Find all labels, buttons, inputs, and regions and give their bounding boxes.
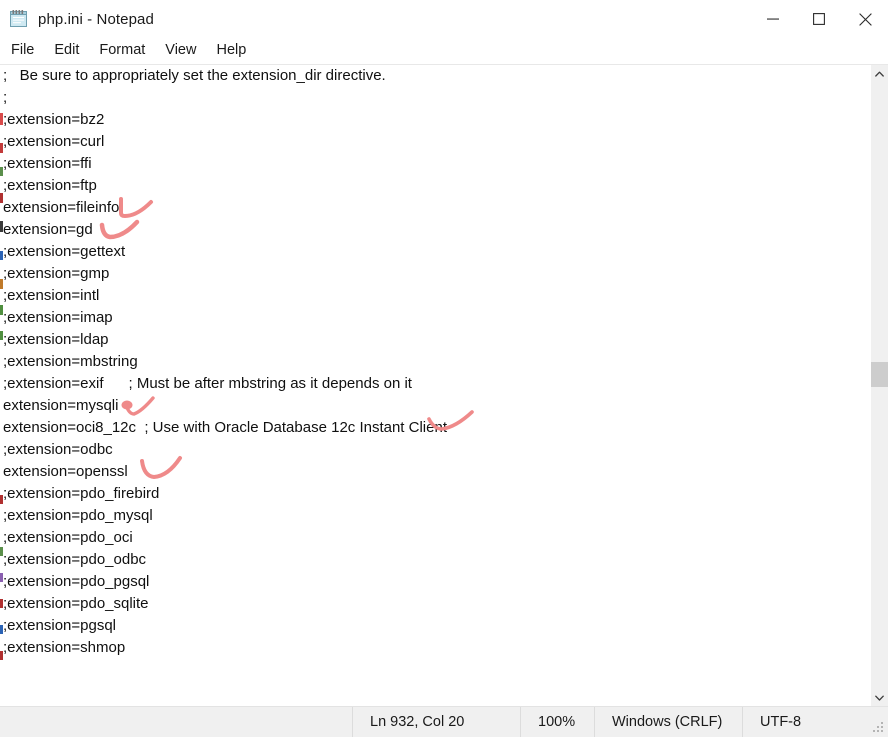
- editor-line: ;extension=gettext: [3, 243, 126, 260]
- title-bar: php.ini - Notepad: [0, 0, 888, 38]
- menu-bar: File Edit Format View Help: [0, 38, 888, 65]
- maximize-button[interactable]: [796, 0, 842, 38]
- status-encoding: UTF-8: [742, 707, 888, 737]
- editor-line: ;extension=ffi: [3, 155, 92, 172]
- menu-item-format[interactable]: Format: [89, 41, 155, 61]
- close-button[interactable]: [842, 0, 888, 38]
- menu-item-help[interactable]: Help: [206, 41, 256, 61]
- resize-grip-icon[interactable]: [873, 722, 885, 734]
- menu-item-view[interactable]: View: [155, 41, 206, 61]
- text-content[interactable]: ; Be sure to appropriately set the exten…: [3, 65, 870, 706]
- editor-line: ;extension=exif ; Must be after mbstring…: [3, 375, 412, 392]
- editor-line: ;extension=pgsql: [3, 617, 116, 634]
- editor-line: extension=fileinfo: [3, 199, 120, 216]
- editor-line: extension=mysqli: [3, 397, 119, 414]
- editor-line: ;extension=intl: [3, 287, 100, 304]
- editor-line: ;extension=curl: [3, 133, 105, 150]
- maximize-icon: [813, 13, 825, 25]
- editor-line: ;extension=bz2: [3, 111, 105, 128]
- menu-item-edit[interactable]: Edit: [44, 41, 89, 61]
- window-controls: [750, 0, 888, 38]
- editor-line: ;extension=gmp: [3, 265, 110, 282]
- editor-line: ;extension=ldap: [3, 331, 109, 348]
- menu-item-file[interactable]: File: [9, 41, 44, 61]
- status-bar-spacer: [0, 707, 352, 737]
- editor-line: ;extension=pdo_oci: [3, 529, 133, 546]
- scrollbar-thumb[interactable]: [871, 362, 888, 387]
- scroll-down-button[interactable]: [871, 689, 888, 706]
- editor-line: extension=oci8_12c ; Use with Oracle Dat…: [3, 419, 447, 436]
- close-icon: [858, 12, 872, 26]
- minimize-button[interactable]: [750, 0, 796, 38]
- editor-line: ;extension=shmop: [3, 639, 126, 656]
- chevron-up-icon: [875, 71, 884, 77]
- editor-line: ;extension=pdo_sqlite: [3, 595, 149, 612]
- title-bar-left: php.ini - Notepad: [0, 9, 154, 29]
- scroll-up-button[interactable]: [871, 65, 888, 82]
- editor-line: ;extension=odbc: [3, 441, 113, 458]
- status-cursor-position: Ln 932, Col 20: [352, 707, 520, 737]
- vertical-scrollbar[interactable]: [870, 65, 888, 706]
- window-title: php.ini - Notepad: [38, 10, 154, 28]
- editor-area: ; Be sure to appropriately set the exten…: [0, 65, 888, 706]
- editor-line: extension=openssl: [3, 463, 128, 480]
- status-line-ending: Windows (CRLF): [594, 707, 742, 737]
- chevron-down-icon: [875, 695, 884, 701]
- status-zoom-level[interactable]: 100%: [520, 707, 594, 737]
- editor-line: ;extension=ftp: [3, 177, 97, 194]
- editor-line: ;extension=pdo_mysql: [3, 507, 153, 524]
- editor-line: ;extension=pdo_odbc: [3, 551, 147, 568]
- status-bar: Ln 932, Col 20 100% Windows (CRLF) UTF-8: [0, 706, 888, 737]
- notepad-window: php.ini - Notepad File Edit Format View …: [0, 0, 888, 737]
- editor-line: ;extension=mbstring: [3, 353, 138, 370]
- editor-line: ;extension=imap: [3, 309, 113, 326]
- notepad-icon: [9, 9, 29, 29]
- text-editor[interactable]: ; Be sure to appropriately set the exten…: [0, 65, 870, 706]
- editor-line: ;: [3, 89, 8, 106]
- editor-line: extension=gd: [3, 221, 93, 238]
- minimize-icon: [767, 18, 779, 20]
- editor-line: ; Be sure to appropriately set the exten…: [3, 67, 386, 84]
- editor-line: ;extension=pdo_firebird: [3, 485, 160, 502]
- editor-line: ;extension=pdo_pgsql: [3, 573, 150, 590]
